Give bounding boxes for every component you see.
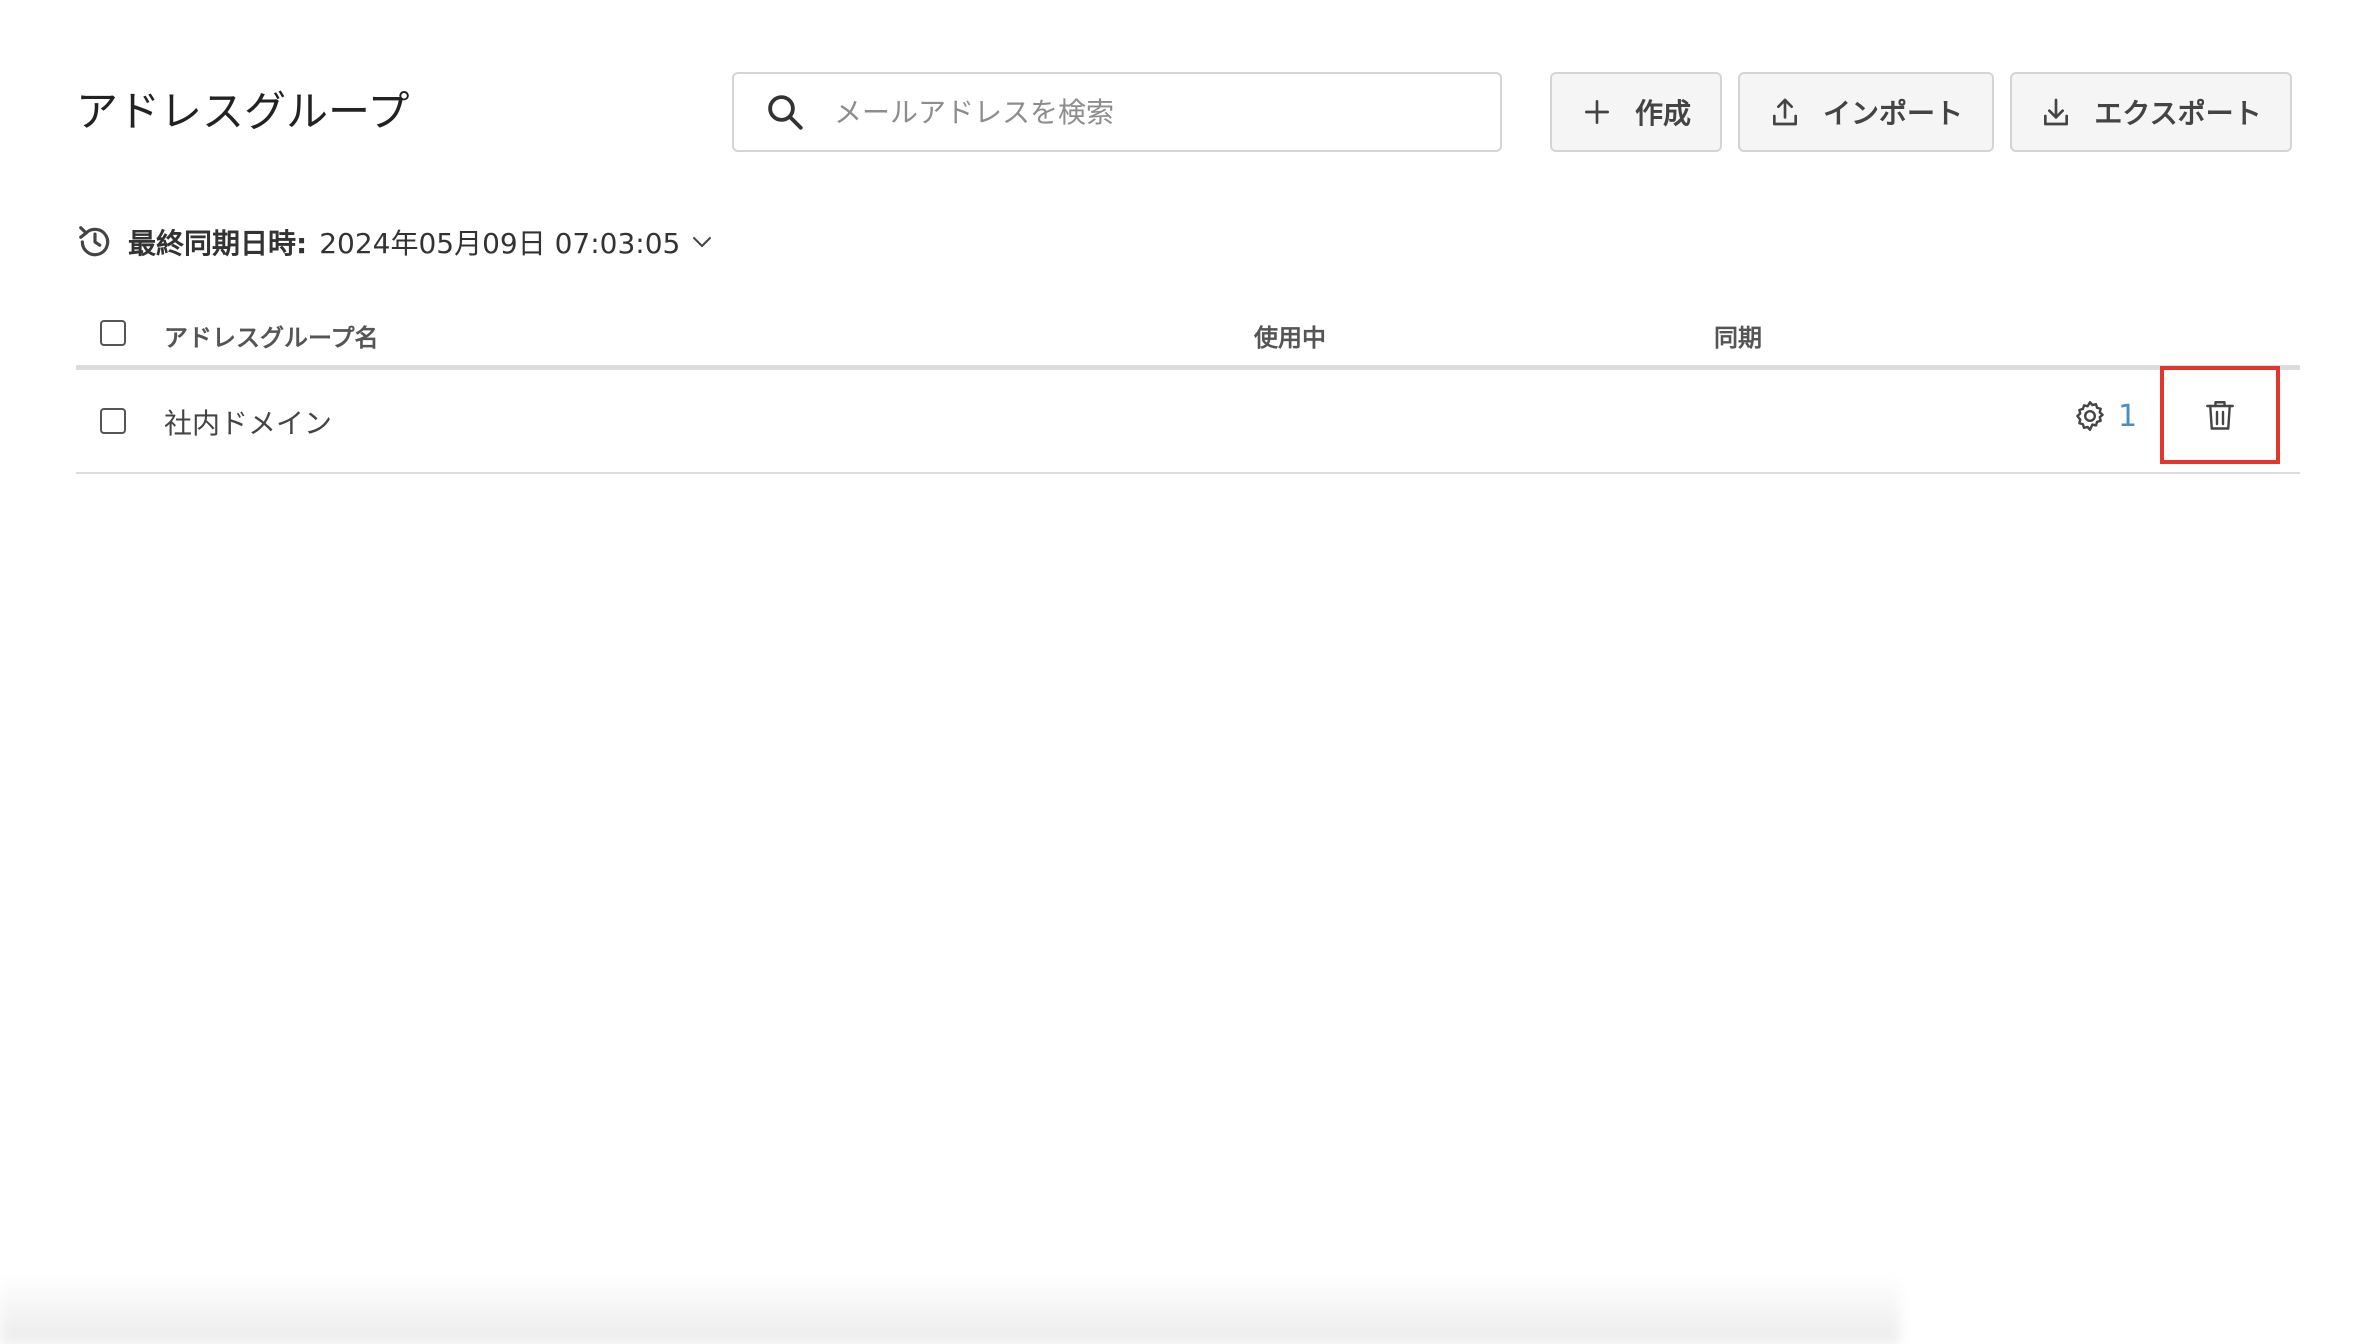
create-button[interactable]: 作成: [1550, 72, 1722, 152]
page-title: アドレスグループ: [76, 87, 410, 136]
chevron-down-icon[interactable]: [690, 230, 714, 254]
address-group-name[interactable]: 社内ドメイン: [164, 402, 332, 442]
sync-history-icon: [79, 226, 110, 257]
plus-icon: [1584, 100, 1609, 124]
in-use-settings-link[interactable]: 1: [2072, 398, 2137, 434]
in-use-count: 1: [2118, 398, 2138, 434]
search-icon: [768, 95, 803, 130]
column-header-in-use[interactable]: 使用中: [1254, 318, 1326, 353]
trash-icon: [2206, 401, 2234, 430]
address-group-page: アドレスグループ 作成 インポート エクスポート: [0, 0, 2368, 1344]
search-input[interactable]: [834, 82, 1474, 142]
table-header: アドレスグループ名 使用中 同期: [76, 300, 2300, 370]
delete-button[interactable]: [2160, 366, 2280, 464]
gear-icon: [2076, 401, 2104, 431]
import-button-label: インポート: [1822, 97, 1963, 130]
bottom-shadow: [0, 1274, 1900, 1344]
export-button-label: エクスポート: [2094, 97, 2262, 130]
last-sync-info[interactable]: 最終同期日時: 2024年05月09日 07:03:05: [76, 222, 714, 262]
last-sync-label: 最終同期日時:: [128, 227, 308, 260]
select-all-checkbox[interactable]: [100, 320, 126, 346]
column-header-sync[interactable]: 同期: [1714, 318, 1762, 353]
export-button[interactable]: エクスポート: [2010, 72, 2292, 152]
import-button[interactable]: インポート: [1738, 72, 1994, 152]
search-box[interactable]: [732, 72, 1502, 152]
table-row[interactable]: 社内ドメイン 1: [76, 366, 2300, 474]
row-checkbox[interactable]: [100, 408, 126, 434]
address-group-table: アドレスグループ名 使用中 同期 社内ドメイン 1: [76, 300, 2300, 474]
create-button-label: 作成: [1634, 97, 1691, 130]
download-icon: [2044, 98, 2069, 126]
upload-icon: [1772, 98, 1797, 126]
column-header-name[interactable]: アドレスグループ名: [164, 318, 379, 353]
last-sync-value: 2024年05月09日 07:03:05: [319, 227, 681, 260]
